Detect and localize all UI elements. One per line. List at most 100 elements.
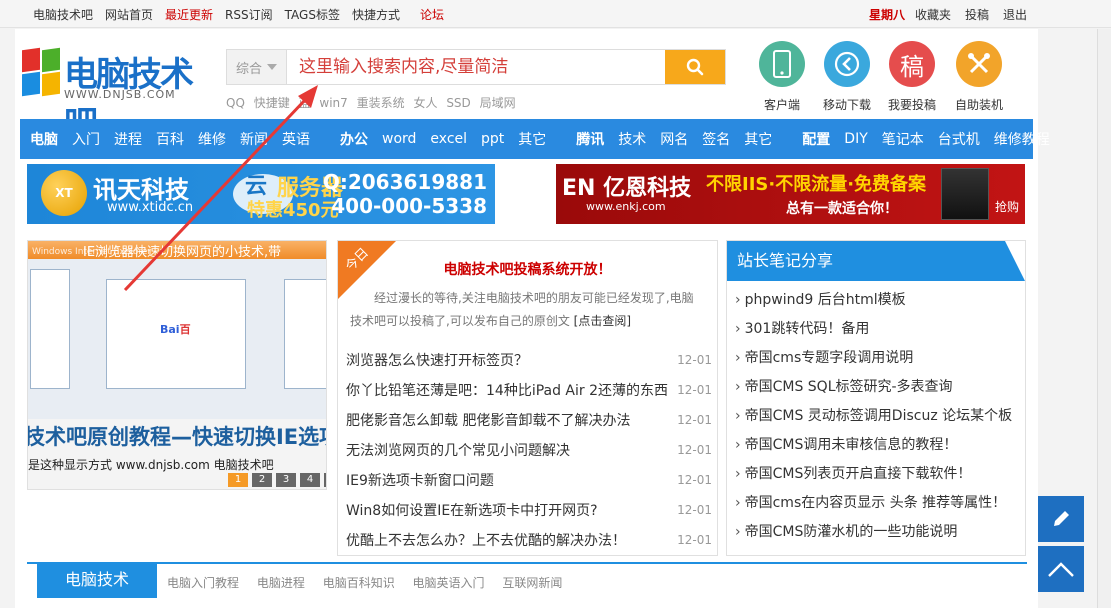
quick-client[interactable]: 客户端 [752, 41, 812, 113]
nav-item[interactable]: 百科 [156, 129, 184, 149]
search-input[interactable] [287, 50, 665, 84]
nav-group-office[interactable]: 办公 [340, 129, 368, 149]
hot-keyword[interactable]: 快捷键 [254, 96, 290, 110]
ad1-contact: Q:2063619881 400-000-5338 [323, 170, 487, 218]
nav-item[interactable]: 其它 [744, 129, 772, 149]
news-title[interactable]: 浏览器怎么快速打开标签页？ [346, 350, 528, 370]
news-title[interactable]: IE9新选项卡新窗口问题 [346, 470, 494, 490]
nav-item[interactable]: 维修 [198, 129, 226, 149]
notes-item[interactable]: 帝国CMS 灵动标签调用Discuz 论坛某个板 [735, 405, 1025, 434]
nav-item[interactable]: 台式机 [938, 129, 980, 149]
slide-page-button[interactable]: 1 [228, 473, 248, 487]
hot-keyword[interactable]: 局域网 [480, 96, 516, 110]
news-item[interactable]: 你丫比铅笔还薄是吧：14种比iPad Air 2还薄的东西 12-01 [346, 375, 712, 405]
notes-item[interactable]: 帝国cms在内容页显示 头条 推荐等属性！ [735, 492, 1025, 521]
news-title[interactable]: 无法浏览网页的几个常见小问题解决 [346, 440, 570, 460]
today-intro-link[interactable]: [点击查阅] [574, 314, 631, 328]
notes-item[interactable]: 帝国CMS SQL标签研究-多表查询 [735, 376, 1025, 405]
nav-item[interactable]: excel [430, 131, 467, 147]
username-link[interactable]: 星期八 [869, 6, 905, 23]
slide-page-button[interactable]: 2 [252, 473, 272, 487]
favorites-link[interactable]: 收藏夹 [915, 6, 951, 23]
top-link-home[interactable]: 网站首页 [105, 6, 153, 23]
top-link-site[interactable]: 电脑技术吧 [33, 6, 93, 23]
windows-logo-icon [22, 47, 62, 97]
news-item[interactable]: IE9新选项卡新窗口问题 12-01 [346, 465, 712, 495]
nav-item[interactable]: 入门 [72, 129, 100, 149]
hot-keyword[interactable]: 重装系统 [357, 96, 405, 110]
nav-item[interactable]: 网名 [660, 129, 688, 149]
back-to-top-button[interactable] [1038, 546, 1084, 592]
edit-float-button[interactable] [1038, 496, 1084, 542]
quick-client-label: 客户端 [763, 98, 800, 112]
nav-item[interactable]: 新闻 [240, 129, 268, 149]
top-link-latest[interactable]: 最近更新 [165, 6, 213, 23]
nav-group-computer[interactable]: 电脑 [30, 129, 58, 149]
nav-item[interactable]: 笔记本 [882, 129, 924, 149]
quick-submit[interactable]: 稿 我要投稿 [882, 41, 942, 113]
hot-keyword[interactable]: SSD [446, 96, 470, 110]
top-link-shortcut[interactable]: 快捷方式 [352, 6, 400, 23]
news-title[interactable]: 你丫比铅笔还薄是吧：14种比iPad Air 2还薄的东西 [346, 380, 668, 400]
search-category-select[interactable]: 综合 [227, 50, 287, 84]
nav-item[interactable]: 签名 [702, 129, 730, 149]
news-title[interactable]: 优酷上不去怎么办？上不去优酷的解决办法！ [346, 530, 626, 550]
hot-keyword[interactable]: win7 [319, 96, 347, 110]
notes-item[interactable]: 帝国CMS调用未审核信息的教程！ [735, 434, 1025, 463]
news-date: 12-01 [677, 503, 712, 517]
today-news-list: 浏览器怎么快速打开标签页？ 12-01 你丫比铅笔还薄是吧：14种比iPad Ai… [346, 345, 712, 555]
slide-page-button[interactable]: 3 [276, 473, 296, 487]
site-logo[interactable]: 电脑技术吧 WWW.DNJSB.COM [22, 47, 202, 144]
notes-item[interactable]: 帝国CMS列表页开启直接下载软件！ [735, 463, 1025, 492]
nav-item[interactable]: 维修教程 [994, 129, 1050, 149]
notes-item[interactable]: 帝国cms专题字段调用说明 [735, 347, 1025, 376]
nav-item[interactable]: 其它 [518, 129, 546, 149]
page-scrollbar[interactable] [1097, 29, 1111, 608]
section-tab[interactable]: 电脑技术 [37, 562, 157, 598]
nav-item[interactable]: word [382, 131, 416, 147]
hot-keyword[interactable]: QQ [226, 96, 245, 110]
ad-banner-xtidc[interactable]: XT 讯天科技 www.xtidc.cn 云 服务器 特惠450元 Q:2063… [27, 164, 495, 224]
news-item[interactable]: 优酷上不去怎么办？上不去优酷的解决办法！ 12-01 [346, 525, 712, 555]
section-link[interactable]: 电脑进程 [257, 576, 305, 590]
logout-link[interactable]: 退出 [1003, 6, 1027, 23]
top-link-tags[interactable]: TAGS标签 [285, 6, 340, 23]
news-item[interactable]: 肥佬影音怎么卸载 肥佬影音卸载不了解决办法 12-01 [346, 405, 712, 435]
quick-download[interactable]: 移动下载 [817, 41, 877, 113]
ad2-sub: 总有一款适合你！ [786, 201, 898, 217]
download-icon [824, 41, 870, 87]
news-item[interactable]: 浏览器怎么快速打开标签页？ 12-01 [346, 345, 712, 375]
nav-item[interactable]: 技术 [618, 129, 646, 149]
hot-keyword[interactable]: 蓝 [299, 96, 311, 110]
nav-item[interactable]: DIY [844, 131, 867, 147]
today-headline[interactable]: 电脑技术吧投稿系统开放！ [338, 259, 717, 279]
quick-build[interactable]: 自助装机 [949, 41, 1009, 113]
search-button[interactable] [665, 50, 725, 84]
news-item[interactable]: Win8如何设置IE在新选项卡中打开网页? 12-01 [346, 495, 712, 525]
hot-keyword[interactable]: 女人 [413, 96, 437, 110]
top-link-rss[interactable]: RSS订阅 [225, 6, 273, 23]
section-link[interactable]: 互联网新闻 [502, 576, 562, 590]
slide-page-button[interactable]: 5 [324, 473, 326, 487]
news-date: 12-01 [677, 353, 712, 367]
ad-banner-enkj[interactable]: EN 亿恩科技 www.enkj.com 不限IIS·不限流量·免费备案 总有一… [556, 164, 1025, 224]
notes-item[interactable]: 帝国CMS防灌水机的一些功能说明 [735, 521, 1025, 550]
nav-item[interactable]: 进程 [114, 129, 142, 149]
news-title[interactable]: 肥佬影音怎么卸载 肥佬影音卸载不了解决办法 [346, 410, 630, 430]
nav-item[interactable]: ppt [481, 131, 504, 147]
section-link[interactable]: 电脑英语入门 [413, 576, 485, 590]
webmaster-notes-box: 站长笔记分享 phpwind9 后台html模板 301跳转代码！备用 帝国cm… [726, 240, 1026, 556]
nav-item[interactable]: 英语 [282, 129, 310, 149]
top-link-forum[interactable]: 论坛 [420, 6, 444, 23]
featured-slideshow[interactable]: Windows Internet Explorer IE浏览器快速切换网页的小技… [27, 240, 327, 490]
notes-item[interactable]: phpwind9 后台html模板 [735, 289, 1025, 318]
slide-page-button[interactable]: 4 [300, 473, 320, 487]
nav-group-tencent[interactable]: 腾讯 [576, 129, 604, 149]
news-item[interactable]: 无法浏览网页的几个常见小问题解决 12-01 [346, 435, 712, 465]
section-link[interactable]: 电脑百科知识 [323, 576, 395, 590]
news-title[interactable]: Win8如何设置IE在新选项卡中打开网页? [346, 500, 598, 520]
nav-group-config[interactable]: 配置 [802, 129, 830, 149]
notes-item[interactable]: 301跳转代码！备用 [735, 318, 1025, 347]
section-link[interactable]: 电脑入门教程 [167, 576, 239, 590]
submit-link[interactable]: 投稿 [965, 6, 989, 23]
